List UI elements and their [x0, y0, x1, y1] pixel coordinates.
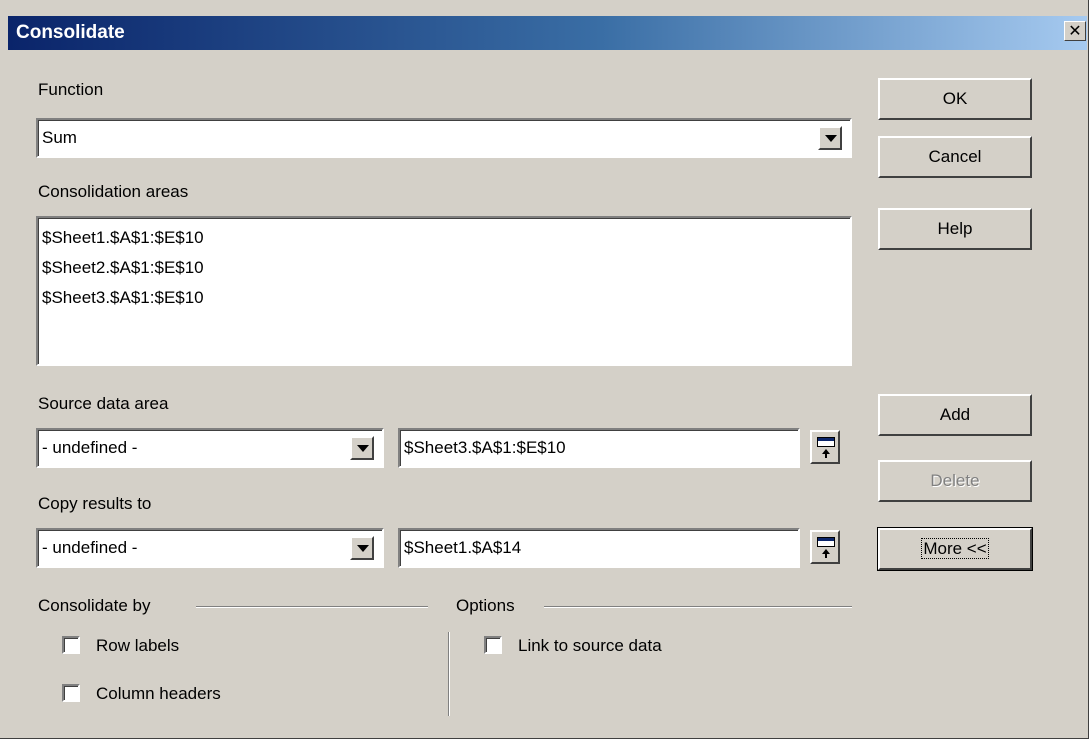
column-headers-checkbox[interactable]: [62, 684, 80, 702]
function-label: Function: [38, 80, 103, 100]
function-dropdown-button[interactable]: [818, 126, 842, 150]
arrow-stem: [825, 553, 827, 558]
close-icon: ✕: [1068, 21, 1082, 40]
source-dropdown-button[interactable]: [350, 436, 374, 460]
chevron-down-icon: [825, 135, 837, 142]
copy-results-select-value: - undefined -: [42, 538, 138, 557]
add-button[interactable]: Add: [878, 394, 1032, 436]
link-source-checkbox[interactable]: [484, 636, 502, 654]
shrink-icon: [817, 537, 835, 547]
more-button-label: More <<: [921, 538, 989, 559]
copy-results-label: Copy results to: [38, 494, 151, 514]
source-data-select[interactable]: - undefined -: [36, 428, 384, 468]
source-data-select-value: - undefined -: [42, 438, 138, 457]
copy-range-input[interactable]: $Sheet1.$A$14: [398, 528, 800, 568]
more-button[interactable]: More <<: [877, 527, 1033, 571]
cancel-button[interactable]: Cancel: [878, 136, 1032, 178]
source-range-input[interactable]: $Sheet3.$A$1:$E$10: [398, 428, 800, 468]
consolidation-areas-label-text: Consolidation areas: [38, 182, 189, 201]
copy-shrink-button[interactable]: [810, 530, 840, 564]
link-source-label[interactable]: Link to source data: [518, 636, 662, 656]
source-data-area-label-text: Source data area: [38, 394, 169, 413]
options-vertical-divider: [448, 632, 450, 716]
consolidate-dialog: Consolidate ✕ Function Sum Consolidation…: [0, 0, 1089, 739]
copy-results-select[interactable]: - undefined -: [36, 528, 384, 568]
source-shrink-button[interactable]: [810, 430, 840, 464]
consolidate-by-divider: [196, 606, 428, 608]
shrink-icon: [817, 437, 835, 447]
list-item[interactable]: $Sheet1.$A$1:$E$10: [42, 228, 204, 248]
row-labels-checkbox[interactable]: [62, 636, 80, 654]
arrow-stem: [825, 453, 827, 458]
list-item[interactable]: $Sheet3.$A$1:$E$10: [42, 288, 204, 308]
source-data-area-label: Source data area: [38, 394, 168, 414]
column-headers-label[interactable]: Column headers: [96, 684, 221, 704]
title-bar: Consolidate: [8, 16, 1087, 50]
delete-button[interactable]: Delete: [878, 460, 1032, 502]
copy-results-label-text: Copy results to: [38, 494, 152, 513]
source-range-value: $Sheet3.$A$1:$E$10: [404, 438, 566, 457]
consolidation-areas-label: Consolidation areas: [38, 182, 188, 202]
function-label-text: Function: [38, 80, 104, 99]
chevron-down-icon: [357, 545, 369, 552]
copy-dropdown-button[interactable]: [350, 536, 374, 560]
consolidation-areas-list[interactable]: $Sheet1.$A$1:$E$10 $Sheet2.$A$1:$E$10 $S…: [36, 216, 852, 366]
row-labels-label[interactable]: Row labels: [96, 636, 179, 656]
window-title: Consolidate: [16, 22, 125, 43]
list-item[interactable]: $Sheet2.$A$1:$E$10: [42, 258, 204, 278]
consolidate-by-label: Consolidate by: [38, 596, 151, 615]
options-divider: [544, 606, 852, 608]
chevron-down-icon: [357, 445, 369, 452]
help-button[interactable]: Help: [878, 208, 1032, 250]
options-label: Options: [456, 596, 515, 615]
function-select[interactable]: Sum: [36, 118, 852, 158]
close-button[interactable]: ✕: [1064, 21, 1086, 41]
copy-range-value: $Sheet1.$A$14: [404, 538, 522, 557]
function-value: Sum: [42, 128, 77, 147]
ok-button[interactable]: OK: [878, 78, 1032, 120]
